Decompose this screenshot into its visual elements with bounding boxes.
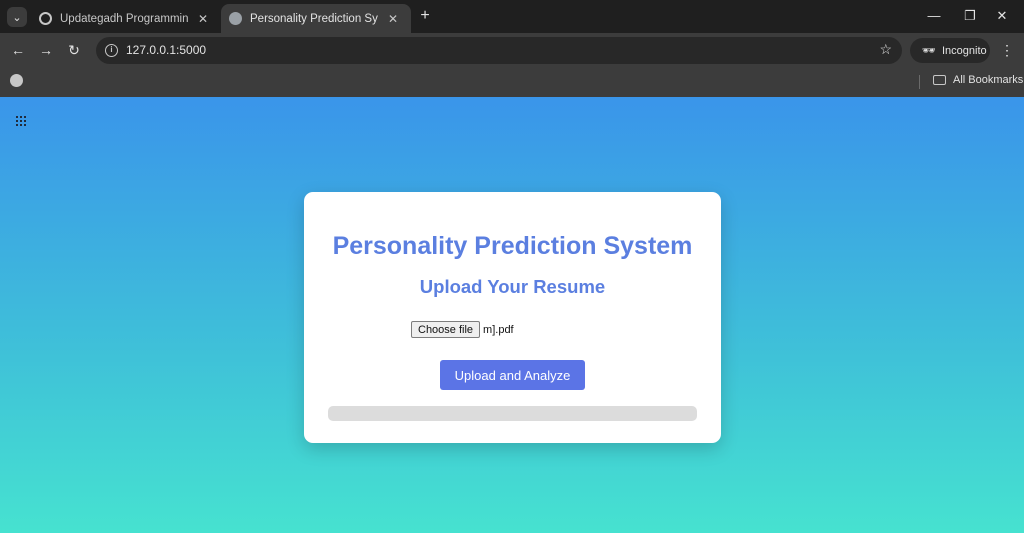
restore-button[interactable]: ❐ <box>952 5 988 27</box>
page-subtitle: Upload Your Resume <box>419 276 606 297</box>
forward-button[interactable]: → <box>36 40 56 60</box>
tab-search-button[interactable]: ⌄ <box>7 7 27 27</box>
close-icon: ✕ <box>996 8 1008 23</box>
arrow-right-icon: → <box>39 42 53 58</box>
all-bookmarks-button[interactable]: All Bookmarks <box>933 74 1023 86</box>
all-bookmarks-label: All Bookmarks <box>953 74 1024 86</box>
tab-personality-prediction[interactable]: Personality Prediction System ✕ <box>221 4 411 33</box>
site-favicon-icon <box>39 12 52 25</box>
close-window-button[interactable]: ✕ <box>984 5 1020 27</box>
browser-toolbar: ← → ↻ i 127.0.0.1:5000 ☆ 🕶 Incognito ⋮ <box>0 33 1024 67</box>
tab-strip: ⌄ Updategadh Programming - Up ✕ Personal… <box>0 0 1024 33</box>
close-icon[interactable]: ✕ <box>196 12 210 26</box>
back-button[interactable]: ← <box>8 40 28 60</box>
tab-title: Personality Prediction System <box>250 12 378 25</box>
star-icon[interactable]: ☆ <box>879 41 892 58</box>
plus-icon: + <box>420 7 430 24</box>
choose-file-button[interactable]: Choose file <box>411 321 481 338</box>
new-tab-button[interactable]: + <box>416 7 434 25</box>
kebab-menu-icon: ⋮ <box>1000 42 1014 58</box>
bookmarks-divider <box>919 75 920 89</box>
page-title: Personality Prediction System <box>332 232 693 260</box>
globe-icon <box>229 12 242 25</box>
arrow-left-icon: ← <box>11 42 25 58</box>
globe-icon[interactable] <box>10 74 23 87</box>
tab-updategadh[interactable]: Updategadh Programming - Up ✕ <box>31 4 219 33</box>
url-text[interactable]: 127.0.0.1:5000 <box>126 43 206 57</box>
browser-menu-button[interactable]: ⋮ <box>1000 40 1014 60</box>
incognito-badge[interactable]: 🕶 Incognito <box>910 38 990 63</box>
upload-card: Personality Prediction System Upload You… <box>304 192 721 443</box>
file-input[interactable]: Choose file m].pdf <box>411 321 514 338</box>
minimize-button[interactable]: — <box>916 5 952 27</box>
close-icon[interactable]: ✕ <box>386 12 400 26</box>
apps-grid-icon[interactable] <box>16 116 26 126</box>
tab-title: Updategadh Programming - Up <box>60 12 188 25</box>
incognito-icon: 🕶 <box>922 45 936 57</box>
progress-bar <box>328 406 697 421</box>
reload-button[interactable]: ↻ <box>64 40 84 60</box>
folder-icon <box>933 75 946 85</box>
incognito-label: Incognito <box>941 44 987 57</box>
upload-and-analyze-button[interactable]: Upload and Analyze <box>440 360 585 390</box>
selected-file-name: m].pdf <box>483 323 514 336</box>
restore-icon: ❐ <box>964 8 976 23</box>
page-viewport: Personality Prediction System Upload You… <box>0 97 1024 533</box>
bookmarks-bar: All Bookmarks <box>0 67 1024 97</box>
address-bar[interactable]: i 127.0.0.1:5000 ☆ <box>96 37 902 64</box>
reload-icon: ↻ <box>68 42 80 58</box>
chevron-down-icon: ⌄ <box>12 11 22 24</box>
minimize-icon: — <box>927 8 941 23</box>
info-icon[interactable]: i <box>105 44 118 57</box>
